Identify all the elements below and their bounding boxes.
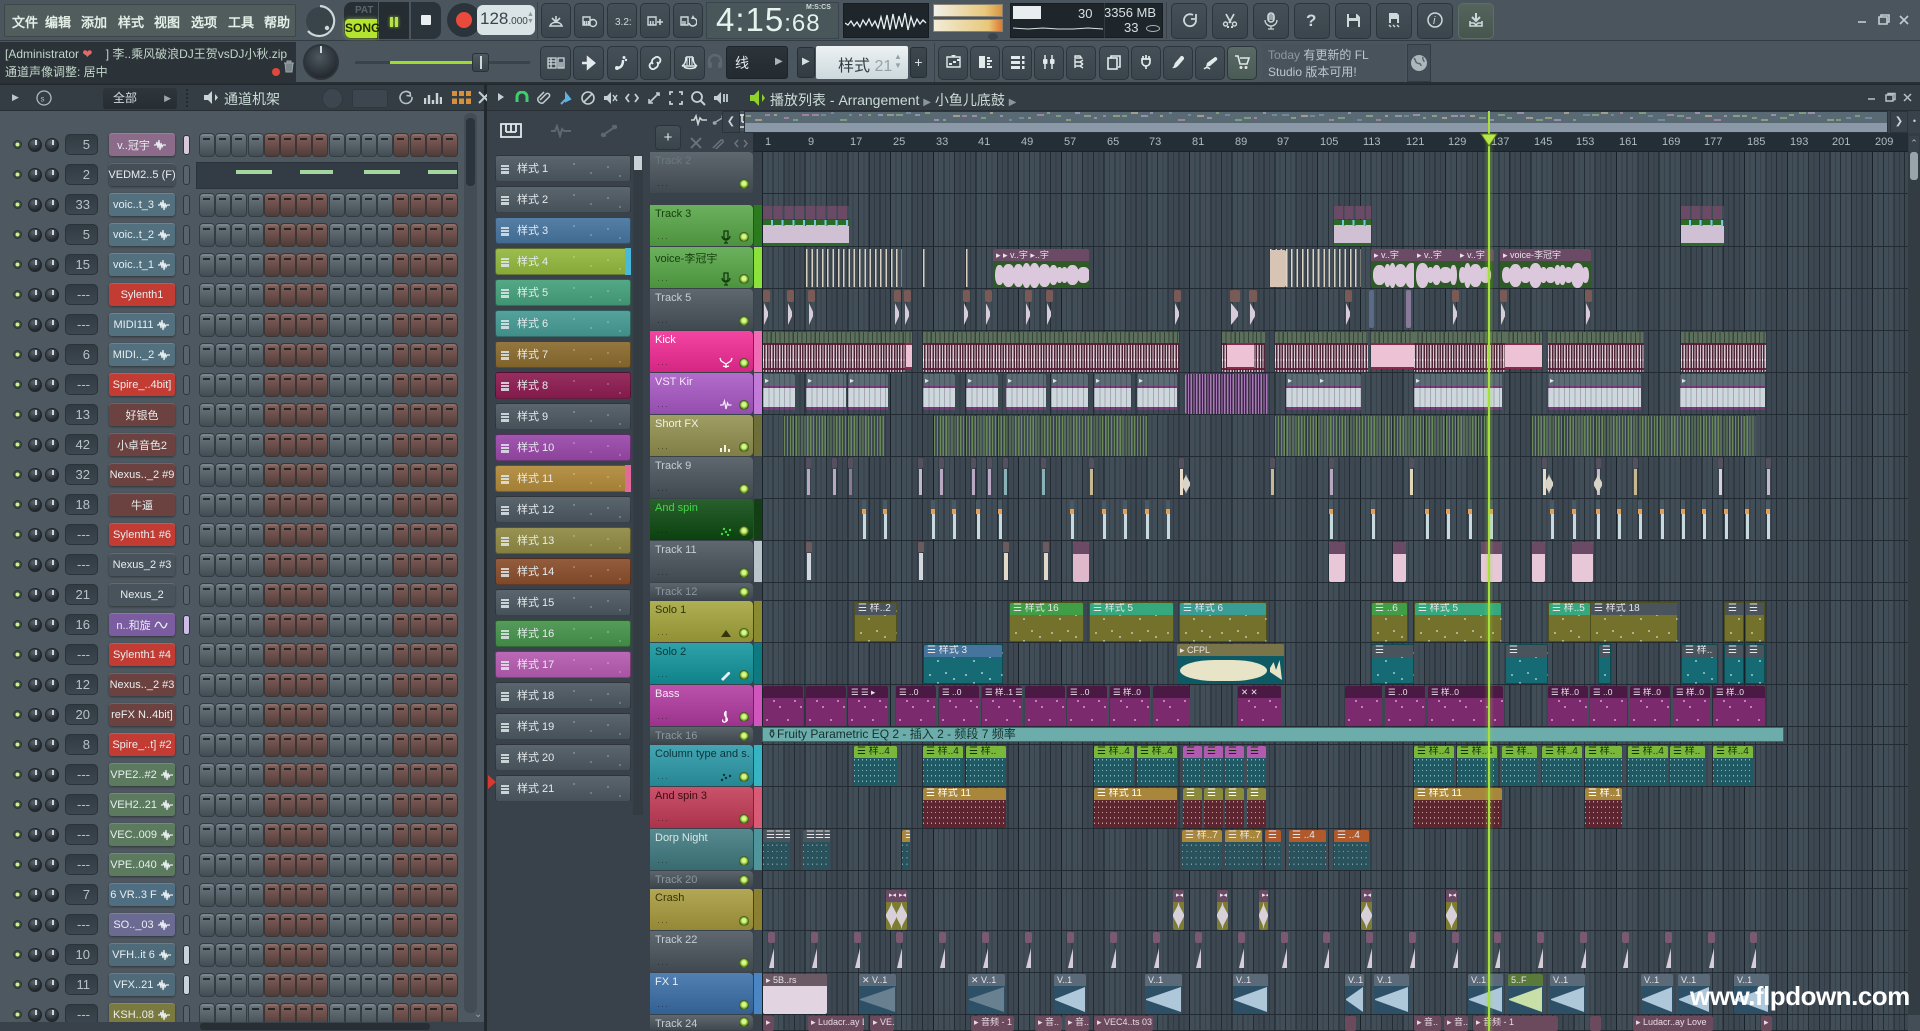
svg-text:?: ?: [1306, 12, 1316, 30]
svg-text:3.2:: 3.2:: [615, 17, 631, 28]
svg-text:i: i: [1433, 15, 1436, 27]
svg-text:s: s: [41, 95, 45, 104]
